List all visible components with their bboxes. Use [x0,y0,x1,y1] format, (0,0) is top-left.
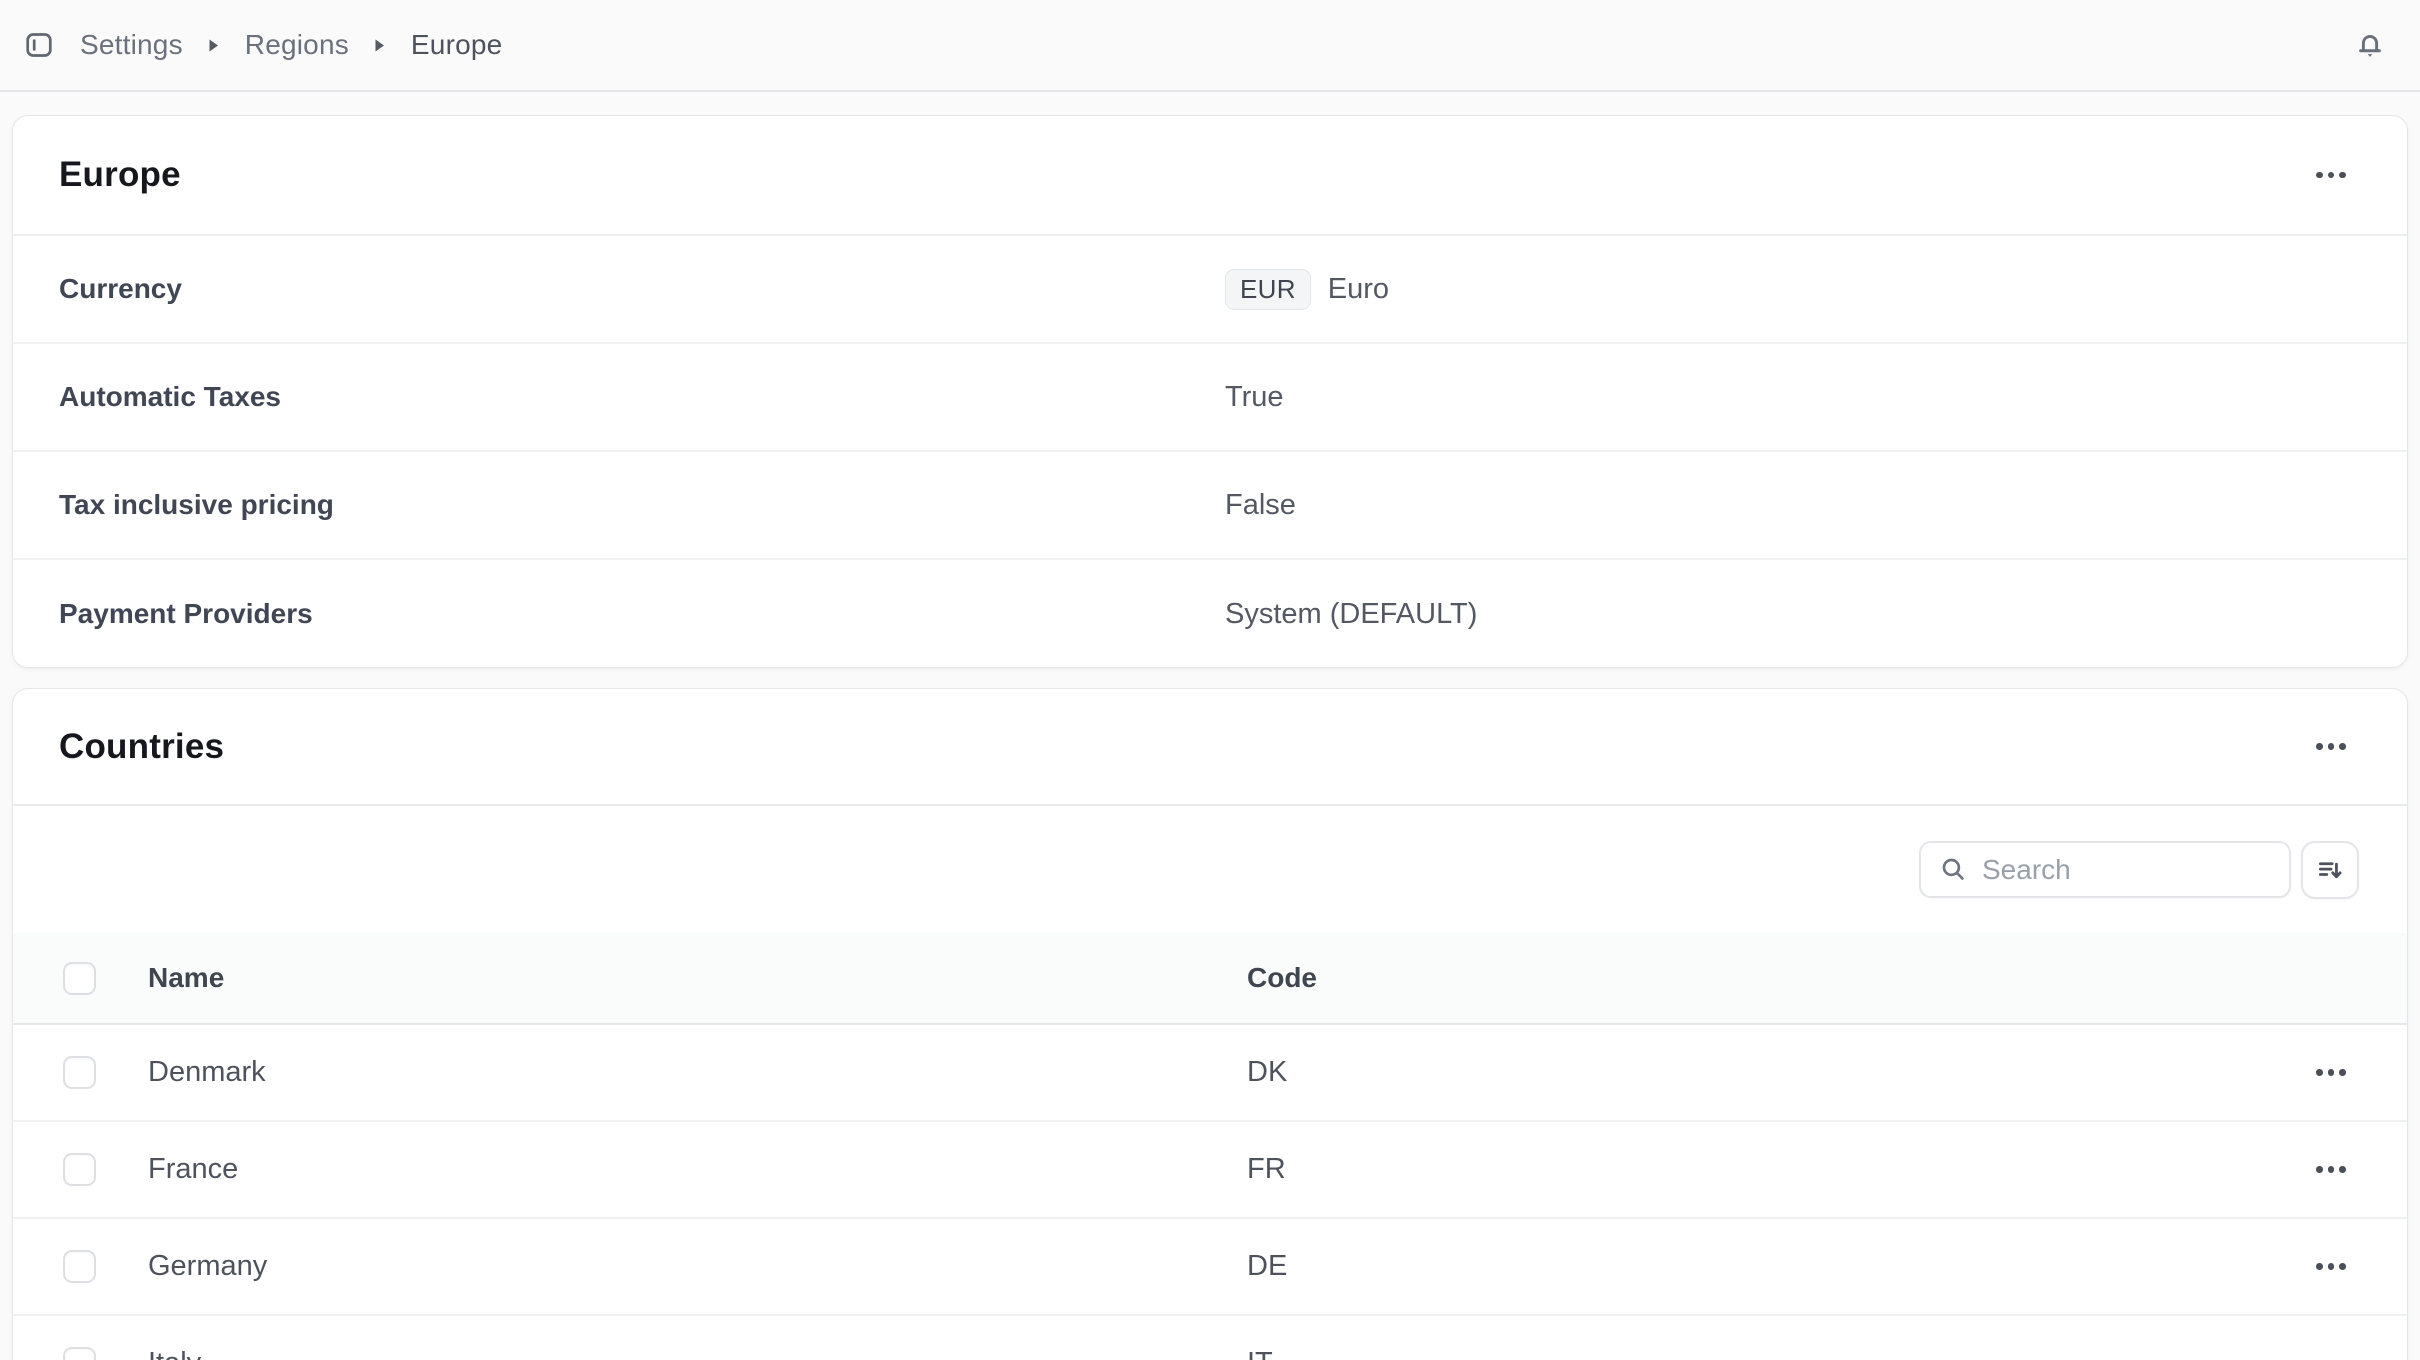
page-title: Europe [59,155,181,195]
countries-card-header: Countries [13,689,2407,806]
countries-table-header: Name Code [13,933,2407,1025]
currency-code-badge: EUR [1225,269,1311,310]
detail-label: Currency [13,273,1210,305]
region-detail-row: Tax inclusive pricing False [13,452,2407,560]
currency-name: Euro [1328,273,1389,306]
ellipsis-icon [2316,1166,2346,1173]
search-box[interactable] [1919,841,2291,898]
sidebar-toggle-button[interactable] [24,31,54,59]
chevron-right-icon [209,39,219,52]
breadcrumb: Settings Regions Europe [24,29,502,61]
detail-value: True [1210,381,2407,414]
topbar: Settings Regions Europe [0,0,2420,92]
notifications-button[interactable] [2354,29,2386,61]
row-checkbox[interactable] [63,1056,96,1089]
breadcrumb-item-europe[interactable]: Europe [411,29,503,61]
bell-icon [2354,29,2386,61]
countries-toolbar [13,806,2407,933]
country-code: IT [1247,1347,2311,1360]
row-actions-menu-button[interactable] [2311,1049,2351,1097]
detail-label: Payment Providers [13,598,1210,630]
region-detail-row: Automatic Taxes True [13,344,2407,452]
row-checkbox[interactable] [63,1250,96,1283]
row-checkbox[interactable] [63,1347,96,1360]
table-row[interactable]: France FR [13,1122,2407,1219]
region-card-header: Europe [13,116,2407,236]
region-detail-row: Currency EUR Euro [13,236,2407,344]
detail-label: Tax inclusive pricing [13,489,1210,521]
select-all-checkbox[interactable] [63,962,96,995]
countries-title: Countries [59,727,224,767]
country-name: Italy [96,1347,1247,1360]
table-row[interactable]: Italy IT [13,1316,2407,1360]
country-code: FR [1247,1153,2311,1186]
row-actions-menu-button[interactable] [2311,1243,2351,1291]
row-actions-menu-button[interactable] [2311,1146,2351,1194]
table-row[interactable]: Denmark DK [13,1025,2407,1122]
region-detail-row: Payment Providers System (DEFAULT) [13,560,2407,668]
panel-left-icon [24,31,54,59]
country-code: DK [1247,1056,2311,1089]
detail-value: EUR Euro [1210,269,2407,310]
row-checkbox[interactable] [63,1153,96,1186]
sort-button[interactable] [2301,841,2359,899]
ellipsis-icon [2316,743,2346,750]
breadcrumb-item-settings[interactable]: Settings [80,29,183,61]
countries-actions-menu-button[interactable] [2311,723,2351,771]
region-actions-menu-button[interactable] [2311,151,2351,199]
chevron-right-icon [375,39,385,52]
country-name: Germany [96,1250,1247,1283]
table-row[interactable]: Germany DE [13,1219,2407,1316]
countries-card: Countries [12,688,2408,1360]
detail-value: System (DEFAULT) [1210,598,2407,631]
column-header-name: Name [96,962,1247,994]
breadcrumb-item-regions[interactable]: Regions [245,29,349,61]
detail-value: False [1210,489,2407,522]
row-actions-menu-button[interactable] [2311,1340,2351,1360]
country-name: France [96,1153,1247,1186]
ellipsis-icon [2316,1263,2346,1270]
column-header-code: Code [1247,962,2311,994]
country-name: Denmark [96,1056,1247,1089]
country-code: DE [1247,1250,2311,1283]
search-input[interactable] [1982,854,2271,886]
detail-label: Automatic Taxes [13,381,1210,413]
ellipsis-icon [2316,1069,2346,1076]
search-icon [1939,855,1968,884]
sort-descending-icon [2315,855,2345,885]
region-card: Europe Currency EUR Euro Automatic Taxes… [12,115,2408,668]
ellipsis-icon [2316,172,2346,179]
